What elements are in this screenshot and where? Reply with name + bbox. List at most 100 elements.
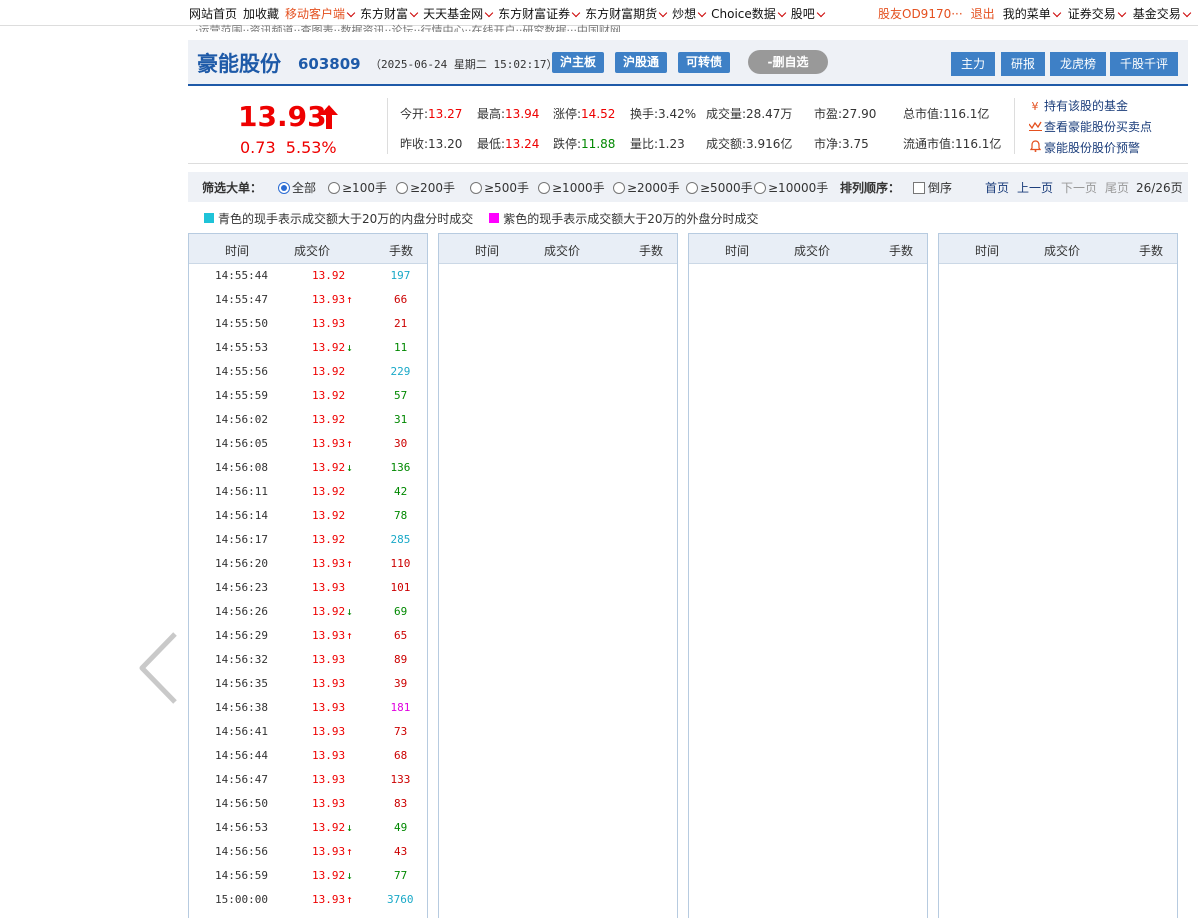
radio-button[interactable] [470,181,482,194]
filter-bar: 筛选大单： 全部 ≥100手 ≥200手 ≥500手 ≥1000手 ≥2000手 ≥5000… [188,172,1188,202]
nav-link-label: Choice数据 [711,7,776,21]
chevron-down-icon [816,8,826,18]
trade-time: 14:56:53 [215,821,268,834]
main-force-button[interactable]: 主力 [951,52,996,76]
radio-button[interactable] [754,181,766,194]
quote-field-label: 最低: [477,137,506,151]
trade-time: 14:56:11 [215,485,268,498]
nav-link-4[interactable]: 天天基金网 [423,5,494,22]
radio-button[interactable] [686,181,698,194]
logout-link[interactable]: 退出 [971,5,995,22]
trade-time: 14:56:50 [215,797,268,810]
stock-name[interactable]: 豪能股份 [197,48,281,78]
trade-time: 14:56:32 [215,653,268,666]
last-page-link[interactable]: 尾页 [1105,179,1129,196]
trade-volume: 68 [394,749,408,762]
trade-time: 14:56:05 [215,437,268,450]
trade-time: 14:56:35 [215,677,268,690]
trade-time: 14:56:14 [215,509,268,522]
nav-link-6[interactable]: 东方财富期货 [585,5,668,22]
price-alert-link[interactable]: 豪能股份股价预警 [1028,139,1140,156]
quote-field-value: 11.88 [581,137,616,151]
filter-option-7[interactable]: ≥10000手 [754,179,828,196]
arrow-down-icon: ↓ [346,341,353,354]
user-menu-2[interactable]: 基金交易 [1133,5,1191,22]
nav-link-label: 网站首页 [189,7,238,21]
trade-time: 14:55:50 [215,317,268,330]
nav-link-0[interactable]: 网站首页 [189,5,237,22]
remove-favorite-button[interactable]: -删自选 [748,50,828,74]
filter-option-3[interactable]: ≥500手 [470,179,529,196]
nav-link-7[interactable]: 炒想 [672,5,707,22]
stock-reviews-button[interactable]: 千股千评 [1110,52,1179,76]
username-link[interactable]: 股友OD9170··· [878,5,963,22]
column-header: 成交价 [294,244,331,258]
table-row: 14:56:41 13.93 73 [189,720,427,744]
trade-table-3: 时间 成交价 手数 [688,233,928,918]
radio-label: ≥100手 [342,181,387,195]
quote-field-value: 13.24 [505,137,540,151]
trade-volume: 69 [394,605,408,618]
tag-button-convertible-bond[interactable]: 可转债 [678,52,731,73]
buy-sell-points-link[interactable]: 查看豪能股份买卖点 [1027,118,1152,135]
trade-table-2: 时间 成交价 手数 [438,233,678,918]
checkbox-box[interactable] [913,181,925,194]
user-menu-1[interactable]: 证券交易 [1068,5,1126,22]
yen-icon: ¥ [1031,100,1039,113]
radio-label: ≥10000手 [768,181,829,195]
research-report-button[interactable]: 研报 [1001,52,1046,76]
trade-volume: 229 [390,365,411,378]
prev-page-link[interactable]: 上一页 [1017,179,1053,196]
nav-link-9[interactable]: 股吧 [791,5,826,22]
filter-option-2[interactable]: ≥200手 [396,179,455,196]
tag-button-sh-main-board[interactable]: 沪主板 [552,52,605,73]
user-menu-0[interactable]: 我的菜单 [1003,5,1061,22]
trade-time: 14:56:38 [215,701,268,714]
radio-button[interactable] [278,181,290,194]
trade-price-cell: 13.92↓ [312,869,353,882]
radio-button[interactable] [396,181,408,194]
filter-option-4[interactable]: ≥1000手 [538,179,605,196]
quote-field: 量比:1.23 [630,135,685,152]
table-row: 14:56:17 13.92 285 [189,528,427,552]
trade-volume: 77 [394,869,408,882]
trade-price-cell: 13.93 [312,317,345,330]
quote-field-value: 13.94 [505,107,540,121]
funds-holding-link[interactable]: ¥ 持有该股的基金 [1028,97,1129,114]
radio-button[interactable] [613,181,625,194]
trade-price-cell: 13.93 [312,797,345,810]
nav-link-8[interactable]: Choice数据 [711,5,787,22]
chevron-left-icon[interactable] [137,631,181,705]
nav-link-2[interactable]: 移动客户端 [285,5,356,22]
trade-time: 14:56:08 [215,461,268,474]
filter-option-6[interactable]: ≥5000手 [686,179,753,196]
quote-field-label: 今开: [400,107,429,121]
trade-price-cell: 13.93↑ [312,893,353,906]
quote-panel: 13.93 0.73 5.53% 今开:13.27 最高:13.94 涨停:14.5… [188,88,1188,164]
nav-link-label: 东方财富证券 [498,7,571,21]
tag-button-sh-connect[interactable]: 沪股通 [615,52,668,73]
filter-option-5[interactable]: ≥2000手 [613,179,680,196]
trade-price-cell: 13.93↑ [312,293,353,306]
filter-label: 筛选大单： [202,181,263,195]
filter-option-1[interactable]: ≥100手 [328,179,387,196]
quote-field-label: 市盈: [814,107,843,121]
radio-button[interactable] [538,181,550,194]
first-page-link[interactable]: 首页 [985,179,1009,196]
trade-volume: 49 [394,821,408,834]
trade-time: 14:56:56 [215,845,268,858]
quote-field: 昨收:13.20 [400,135,462,152]
nav-link-1[interactable]: 加收藏 [243,5,279,22]
radio-button[interactable] [328,181,340,194]
quote-timestamp: （2025-06-24 星期二 15:02:17） [370,58,558,71]
reverse-order-checkbox[interactable]: 倒序 [913,179,952,196]
table-row: 14:55:44 13.92 197 [189,264,427,288]
trade-price: 13.93 [312,701,346,714]
dragon-tiger-list-button[interactable]: 龙虎榜 [1050,52,1107,76]
trade-price-cell: 13.92 [312,389,345,402]
nav-link-5[interactable]: 东方财富证券 [498,5,581,22]
filter-option-0[interactable]: 全部 [278,179,316,196]
nav-link-3[interactable]: 东方财富 [360,5,419,22]
next-page-link[interactable]: 下一页 [1061,179,1097,196]
radio-label: ≥200手 [410,181,455,195]
